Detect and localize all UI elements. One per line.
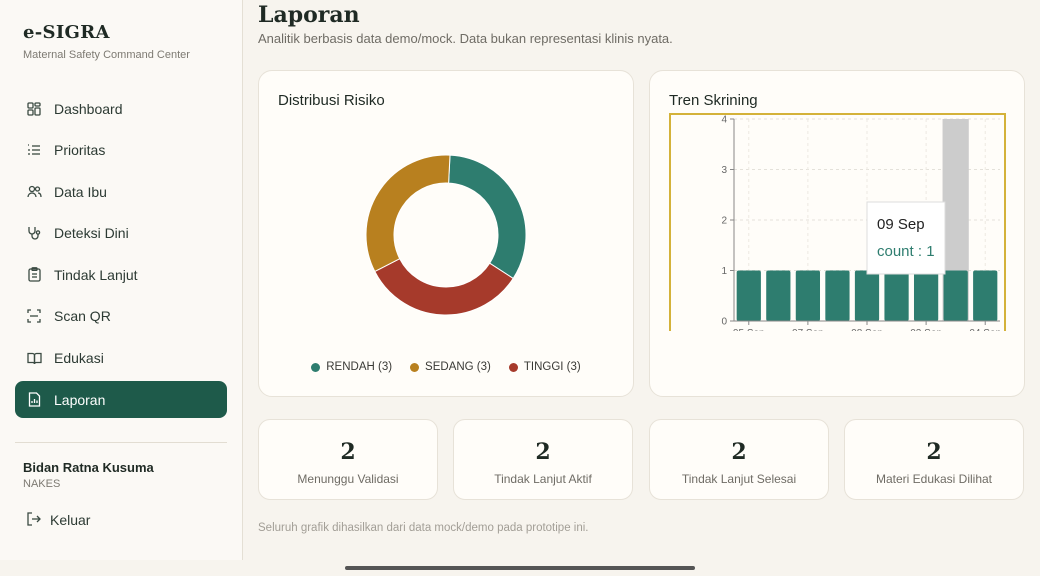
stat-label: Materi Edukasi Dilihat (875, 472, 993, 486)
donut-slice-tinggi[interactable] (374, 258, 514, 316)
footnote: Seluruh grafik dihasilkan dari data mock… (258, 522, 589, 534)
stat-card-tindak-lanjut-selesai[interactable]: 2 Tindak Lanjut Selesai (649, 419, 829, 500)
legend-item-rendah: RENDAH (3) (311, 361, 392, 373)
bar-plot-area: 0 1 2 3 4 05 Sep 07 Sep 08 Sep 02 Sep 04 Sep (721, 115, 1001, 332)
x-tick-label: 07 Sep (792, 328, 824, 331)
sidebar-item-label: Scan QR (54, 308, 111, 325)
bar[interactable] (736, 270, 761, 322)
tooltip-box (866, 201, 946, 275)
bar[interactable] (943, 270, 968, 322)
sidebar-item-label: Prioritas (54, 142, 106, 159)
stat-label: Tindak Lanjut Aktif (494, 472, 592, 486)
donut-slice-sedang[interactable] (365, 154, 451, 273)
report-icon (26, 392, 42, 408)
y-tick-label: 1 (721, 266, 727, 277)
sidebar-item-label: Deteksi Dini (54, 225, 129, 242)
card-title: Distribusi Risiko (278, 92, 385, 109)
clipboard-icon (26, 267, 42, 283)
legend-item-sedang: SEDANG (3) (410, 361, 491, 373)
users-icon (26, 184, 42, 200)
stat-value: 2 (535, 439, 551, 465)
stat-label: Menunggu Validasi (297, 472, 399, 486)
legend-item-tinggi: TINGGI (3) (508, 361, 581, 373)
user-name: Bidan Ratna Kusuma (23, 460, 154, 475)
tooltip-value: count : 1 (877, 243, 935, 260)
donut-slice-rendah[interactable] (448, 154, 527, 280)
legend-dot (508, 362, 518, 372)
sidebar-item-label: Dashboard (54, 100, 123, 117)
sidebar: e-SIGRA Maternal Safety Command Center D… (0, 0, 243, 560)
sidebar-item-label: Laporan (54, 391, 106, 408)
sidebar-item-data-ibu[interactable]: Data Ibu (15, 173, 227, 210)
sidebar-item-label: Tindak Lanjut (54, 266, 138, 283)
stat-card-menunggu-validasi[interactable]: 2 Menunggu Validasi (258, 419, 438, 500)
brand-subtitle: Maternal Safety Command Center (23, 49, 190, 61)
x-tick-label: 05 Sep (733, 328, 765, 331)
stat-label: Tindak Lanjut Selesai (681, 472, 797, 486)
list-icon (26, 142, 42, 158)
bar[interactable] (766, 270, 791, 322)
y-tick-label: 2 (721, 216, 727, 227)
page-title: Laporan (258, 2, 360, 28)
y-tick-label: 0 (721, 317, 727, 328)
stat-value: 2 (340, 439, 356, 465)
risk-distribution-card: Distribusi Risiko RENDAH (3) SEDANG (3) … (258, 70, 634, 397)
chart-tooltip: 09 Sep count : 1 (866, 201, 946, 275)
stat-card-tindak-lanjut-aktif[interactable]: 2 Tindak Lanjut Aktif (453, 419, 633, 500)
legend-label: RENDAH (3) (326, 361, 393, 373)
scan-icon (26, 308, 42, 324)
legend-dot (410, 362, 420, 372)
x-tick-label: 04 Sep (969, 328, 1001, 331)
donut-legend: RENDAH (3) SEDANG (3) TINGGI (3) (259, 361, 633, 373)
stat-card-materi-edukasi[interactable]: 2 Materi Edukasi Dilihat (844, 419, 1024, 500)
stethoscope-icon (26, 225, 42, 241)
sidebar-item-dashboard[interactable]: Dashboard (15, 90, 227, 127)
sidebar-item-edukasi[interactable]: Edukasi (15, 340, 227, 377)
y-tick-label: 3 (721, 165, 727, 176)
bar[interactable] (854, 270, 880, 322)
page-subtitle: Analitik berbasis data demo/mock. Data b… (258, 31, 673, 46)
bar[interactable] (973, 270, 998, 322)
sidebar-item-label: Edukasi (54, 350, 104, 367)
x-tick-label: 08 Sep (851, 328, 883, 331)
sidebar-nav: Dashboard Prioritas Data Ibu Deteksi Din… (15, 90, 227, 423)
sidebar-item-deteksi-dini[interactable]: Deteksi Dini (15, 215, 227, 252)
bar[interactable] (825, 270, 850, 322)
sidebar-item-scan-qr[interactable]: Scan QR (15, 298, 227, 335)
bar[interactable] (884, 270, 909, 322)
brand: e-SIGRA Maternal Safety Command Center (23, 22, 190, 61)
bar[interactable] (913, 270, 939, 322)
user-profile: Bidan Ratna Kusuma NAKES (23, 460, 154, 490)
sidebar-item-prioritas[interactable]: Prioritas (15, 132, 227, 169)
stat-value: 2 (731, 439, 747, 465)
sidebar-item-label: Data Ibu (54, 183, 107, 200)
screening-trend-card: Tren Skrining 0123405 Sep07 Sep08 Sep02 … (649, 70, 1025, 397)
y-tick-label: 4 (721, 115, 727, 126)
sidebar-item-tindak-lanjut[interactable]: Tindak Lanjut (15, 256, 227, 293)
logout-label: Keluar (50, 512, 91, 528)
legend-label: SEDANG (3) (425, 361, 491, 373)
donut-chart (365, 154, 527, 316)
home-indicator[interactable] (345, 566, 695, 570)
logout-button[interactable]: Keluar (26, 512, 90, 528)
logout-icon (26, 512, 42, 528)
bar-chart[interactable]: 0 1 2 3 4 05 Sep 07 Sep 08 Sep 02 Sep 04 Sep 09 Se… (650, 71, 1026, 331)
sidebar-divider (15, 442, 227, 443)
bar[interactable] (795, 270, 821, 322)
legend-label: TINGGI (3) (523, 361, 581, 373)
tooltip-title: 09 Sep (877, 216, 925, 233)
legend-dot (311, 362, 321, 372)
book-icon (26, 350, 42, 366)
user-role: NAKES (23, 478, 61, 490)
sidebar-item-laporan[interactable]: Laporan (15, 381, 227, 419)
stat-value: 2 (926, 439, 942, 465)
grid-icon (26, 101, 42, 117)
brand-name: e-SIGRA (23, 22, 110, 43)
x-tick-label: 02 Sep (910, 328, 942, 331)
